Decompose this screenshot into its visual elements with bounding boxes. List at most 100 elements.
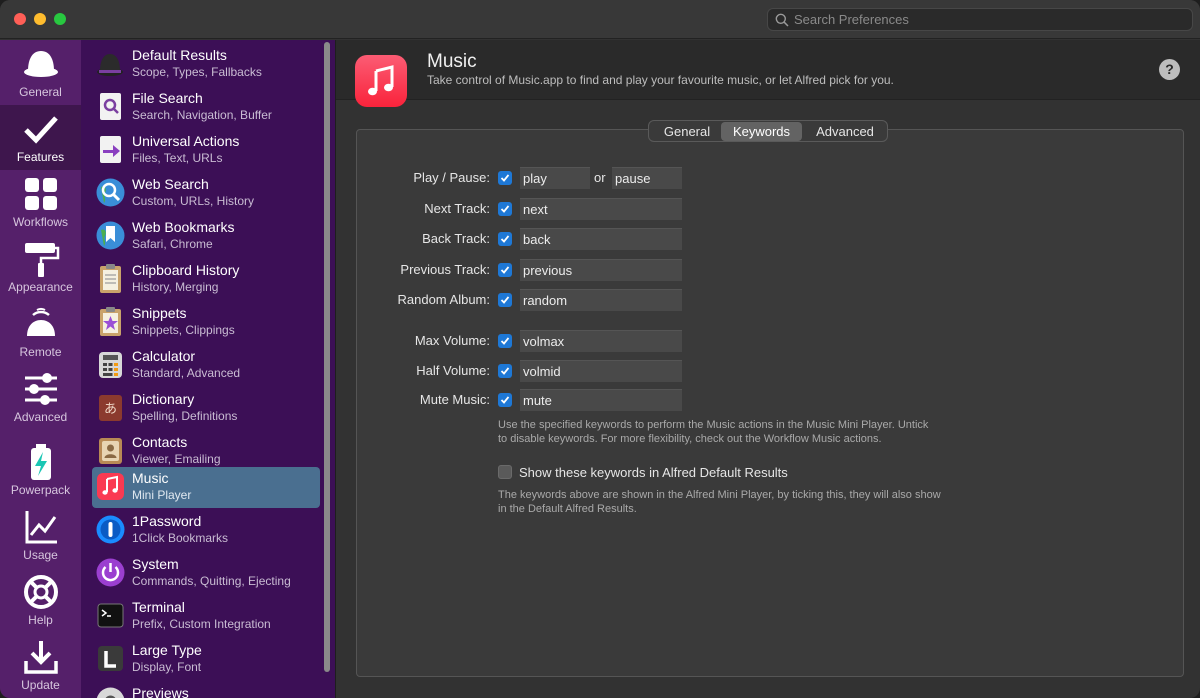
feature-item-universal-actions[interactable]: Universal Actions Files, Text, URLs [92,130,320,171]
feature-item-1password[interactable]: 1Password 1Click Bookmarks [92,510,320,551]
tab-bar: General Keywords Advanced [648,120,888,142]
feature-item-snippets[interactable]: Snippets Snippets, Clippings [92,302,320,343]
rail-item-workflows[interactable]: Workflows [0,170,81,235]
previous-track-checkbox[interactable] [498,263,512,277]
play-pause-label: Play / Pause: [413,170,490,185]
feature-subtitle: Custom, URLs, History [132,194,255,208]
feature-item-system[interactable]: System Commands, Quitting, Ejecting [92,553,320,594]
next-track-checkbox[interactable] [498,202,512,216]
help-text-line: in the Default Alfred Results. [498,503,637,515]
feature-title: Web Search [132,176,209,192]
feature-title: Music [132,470,169,486]
feature-subtitle: Spelling, Definitions [132,409,238,423]
search-icon [775,13,789,27]
feature-list-scrollbar[interactable] [324,42,330,672]
feature-item-calculator[interactable]: Calculator Standard, Advanced [92,345,320,386]
checkmark-icon [500,174,510,182]
half-volume-label: Half Volume: [416,363,490,378]
random-album-input[interactable] [520,289,682,311]
1password-icon [96,515,125,544]
feature-title: Previews [132,685,189,698]
rail-item-usage[interactable]: Usage [0,503,81,568]
rail-item-help[interactable]: Help [0,568,81,633]
checkmark-icon [24,116,58,144]
feature-item-web-search[interactable]: Web Search Custom, URLs, History [92,173,320,214]
feature-item-file-search[interactable]: File Search Search, Navigation, Buffer [92,87,320,128]
next-track-input[interactable] [520,198,682,220]
help-text-line: to disable keywords. For more flexibilit… [498,433,882,445]
feature-title: Universal Actions [132,133,240,149]
feature-title: 1Password [132,513,202,529]
calculator-icon [99,352,122,378]
rail-item-appearance[interactable]: Appearance [0,235,81,300]
checkmark-icon [500,396,510,404]
show-in-default-results-checkbox[interactable] [498,465,512,479]
checkmark-icon [500,337,510,345]
rail-item-general[interactable]: General [0,40,81,105]
grid-icon [25,178,57,210]
half-volume-input[interactable] [520,360,682,382]
battery-icon [31,444,51,480]
max-volume-input[interactable] [520,330,682,352]
dictionary-icon: あ [99,395,122,421]
pause-keyword-input[interactable] [612,167,682,189]
download-icon [24,641,58,674]
page-description: Take control of Music.app to find and pl… [427,73,894,87]
rail-label: Usage [23,548,58,562]
back-track-input[interactable] [520,228,682,250]
close-window-button[interactable] [14,13,26,25]
max-volume-checkbox[interactable] [498,334,512,348]
minimize-window-button[interactable] [34,13,46,25]
web-search-icon [96,178,125,207]
category-rail: General Features Workflows Appearance Re… [0,40,81,698]
zoom-window-button[interactable] [54,13,66,25]
feature-subtitle: Display, Font [132,660,202,674]
feature-title: Dictionary [132,391,195,407]
feature-item-terminal[interactable]: Terminal Prefix, Custom Integration [92,596,320,637]
feature-item-dictionary[interactable]: あ Dictionary Spelling, Definitions [92,388,320,429]
feature-subtitle: Scope, Types, Fallbacks [132,65,262,79]
feature-item-music[interactable]: Music Mini Player [92,467,320,508]
rail-item-features[interactable]: Features [0,105,81,170]
play-pause-checkbox[interactable] [498,171,512,185]
feature-subtitle: Safari, Chrome [132,237,213,251]
rail-item-advanced[interactable]: Advanced [0,365,81,430]
mute-music-checkbox[interactable] [498,393,512,407]
universal-actions-icon [100,136,121,163]
back-track-checkbox[interactable] [498,232,512,246]
back-track-label: Back Track: [422,231,490,246]
rail-label: Update [21,678,60,692]
feature-item-default-results[interactable]: Default Results Scope, Types, Fallbacks [92,44,320,85]
half-volume-checkbox[interactable] [498,364,512,378]
feature-item-clipboard-history[interactable]: Clipboard History History, Merging [92,259,320,300]
checkmark-icon [500,205,510,213]
random-album-checkbox[interactable] [498,293,512,307]
tab-advanced[interactable]: Advanced [805,122,885,141]
help-button[interactable]: ? [1159,59,1180,80]
previous-track-input[interactable] [520,259,682,281]
search-box[interactable] [767,8,1193,31]
checkmark-icon [500,367,510,375]
rail-label: Workflows [12,215,69,229]
tab-general[interactable]: General [653,122,721,141]
feature-item-contacts[interactable]: Contacts Viewer, Emailing [92,431,320,472]
mute-music-input[interactable] [520,389,682,411]
search-input[interactable] [794,10,1184,29]
play-keyword-input[interactable] [520,167,590,189]
rail-label: Remote [19,345,62,359]
feature-item-web-bookmarks[interactable]: Web Bookmarks Safari, Chrome [92,216,320,257]
tab-keywords[interactable]: Keywords [721,122,802,141]
rail-item-update[interactable]: Update [0,633,81,698]
rail-item-powerpack[interactable]: Powerpack [0,438,81,503]
feature-item-previews[interactable]: Previews [92,682,320,698]
feature-item-large-type[interactable]: Large Type Display, Font [92,639,320,680]
feature-title: Default Results [132,47,227,63]
page-title: Music [427,51,477,72]
feature-subtitle: 1Click Bookmarks [132,531,229,545]
feature-subtitle: Mini Player [132,488,192,502]
rail-item-remote[interactable]: Remote [0,300,81,365]
feature-title: Contacts [132,434,188,450]
default-results-help-text: The keywords above are shown in the Alfr… [498,488,941,516]
feature-subtitle: Snippets, Clippings [132,323,235,337]
title-bar [0,0,1200,39]
